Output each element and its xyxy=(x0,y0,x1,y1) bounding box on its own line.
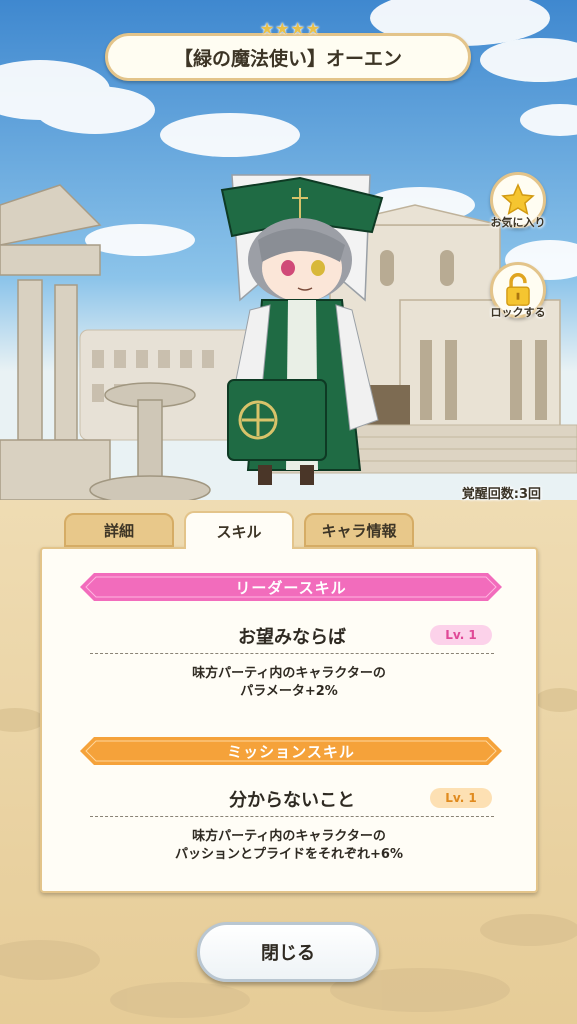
favorite-label: お気に入り xyxy=(490,216,546,229)
mission-skill-row: 分からないこと Lv. 1 xyxy=(90,782,494,817)
rarity-star-icon: ★ xyxy=(305,19,321,38)
mission-skill-description: 味方パーティ内のキャラクターの パッションとプライドをそれぞれ+6% xyxy=(42,828,536,864)
rarity-stars: ★ ★ ★ ★ xyxy=(255,20,325,38)
tab-skills[interactable]: スキル xyxy=(184,511,294,549)
leader-skill-banner: リーダースキル xyxy=(80,573,502,601)
close-button[interactable]: 閉じる xyxy=(197,922,379,982)
leader-skill-desc-line1: 味方パーティ内のキャラクターの xyxy=(192,666,386,681)
leader-skill-desc-line2: パラメータ+2% xyxy=(240,684,338,699)
rarity-star-icon: ★ xyxy=(290,19,305,38)
mission-skill-banner: ミッションスキル xyxy=(80,737,502,765)
detail-tabs: 詳細 スキル キャラ情報 xyxy=(64,511,414,549)
rarity-star-icon: ★ xyxy=(275,19,290,38)
leader-skill-row: お望みならば Lv. 1 xyxy=(90,619,494,654)
lock-button[interactable]: ロックする xyxy=(485,262,551,332)
mission-skill-desc-line1: 味方パーティ内のキャラクターの xyxy=(192,829,386,844)
leader-skill-header: リーダースキル xyxy=(235,578,347,597)
tab-character-info[interactable]: キャラ情報 xyxy=(304,513,414,547)
leader-skill-description: 味方パーティ内のキャラクターの パラメータ+2% xyxy=(42,665,536,701)
star-icon xyxy=(501,183,535,216)
mission-skill-level-badge: Lv. 1 xyxy=(430,788,492,808)
favorite-button[interactable]: お気に入り xyxy=(485,172,551,242)
rarity-star-icon: ★ xyxy=(259,19,275,38)
leader-skill-level-badge: Lv. 1 xyxy=(430,625,492,645)
awakening-count: 覚醒回数:3回 xyxy=(461,487,541,502)
padlock-icon xyxy=(506,273,530,306)
character-title: 【緑の魔法使い】オーエン xyxy=(173,47,402,70)
character-title-plate: 【緑の魔法使い】オーエン xyxy=(105,33,471,81)
tab-details[interactable]: 詳細 xyxy=(64,513,174,547)
lock-label: ロックする xyxy=(490,306,546,319)
mission-skill-header: ミッションスキル xyxy=(227,742,355,761)
mission-skill-desc-line2: パッションとプライドをそれぞれ+6% xyxy=(175,847,403,862)
skill-panel: リーダースキル お望みならば Lv. 1 味方パーティ内のキャラクターの パラメ… xyxy=(40,547,538,893)
